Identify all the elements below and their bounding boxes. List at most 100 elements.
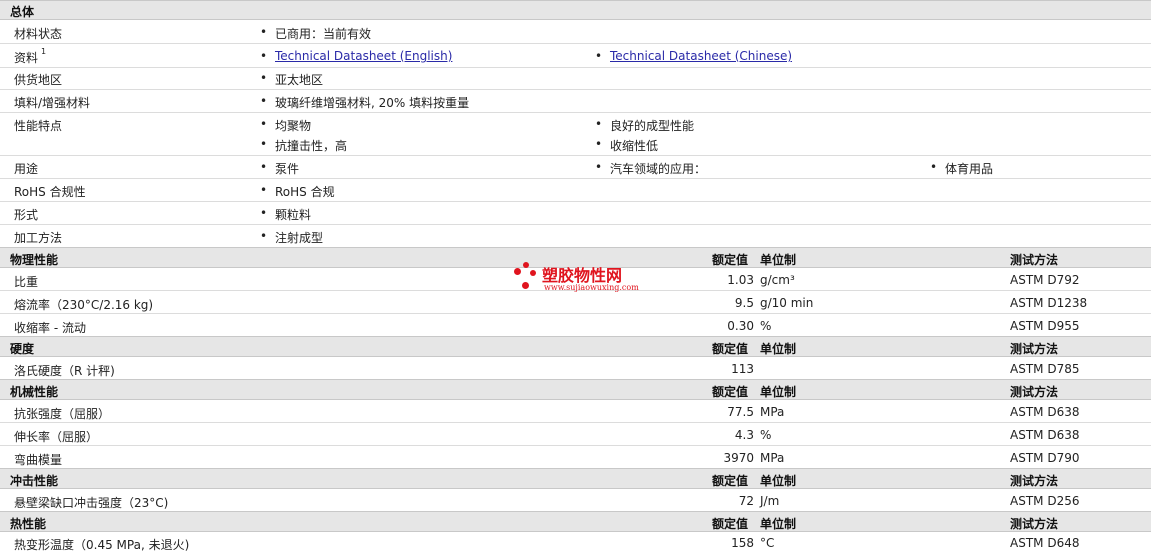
section-general-header: 总体 [0, 0, 1151, 20]
property-unit: g/10 min [760, 296, 814, 310]
property-unit: MPa [760, 405, 785, 419]
row-label: 形式 [14, 208, 39, 222]
property-value: 72 [738, 494, 754, 508]
row-label: RoHS 合规性 [14, 185, 86, 199]
nominal-header: 额定值 [712, 385, 749, 399]
section-title: 热性能 [10, 517, 47, 531]
table-row: 悬壁梁缺口冲击强度（23°C) 72 J/m ASTM D256 [0, 489, 1151, 511]
nominal-header: 额定值 [712, 342, 749, 356]
row-label: 材料状态 [14, 27, 63, 41]
property-label: 熔流率（230°C/2.16 kg) [14, 298, 154, 312]
row-value: 泵件 [260, 160, 299, 177]
logo-dot-icon [530, 270, 536, 276]
property-method: ASTM D955 [1010, 319, 1080, 333]
nominal-header: 额定值 [712, 253, 749, 267]
property-method: ASTM D638 [1010, 405, 1080, 419]
row-value: 收缩性低 [595, 137, 658, 154]
section-hardness-header: 硬度 额定值 单位制 测试方法 [0, 336, 1151, 357]
property-value: 0.30 [727, 319, 754, 333]
row-documents: 资料1 Technical Datasheet (English) Techni… [0, 44, 1151, 68]
row-label: 填料/增强材料 [14, 96, 91, 110]
property-label: 抗张强度（屈服） [14, 407, 111, 421]
property-method: ASTM D256 [1010, 494, 1080, 508]
section-mechanical-header: 机械性能 额定值 单位制 测试方法 [0, 379, 1151, 400]
property-unit: % [760, 319, 772, 333]
watermark-logo: 塑胶物性网 www.sujiaowuxing.com [512, 260, 652, 296]
section-title: 冲击性能 [10, 474, 59, 488]
row-filler: 填料/增强材料 玻璃纤维增强材料, 20% 填料按重量 [0, 90, 1151, 113]
property-label: 收缩率 - 流动 [14, 321, 86, 335]
row-value: 良好的成型性能 [595, 117, 694, 134]
property-unit: MPa [760, 451, 785, 465]
row-features: 性能特点 均聚物 良好的成型性能 抗撞击性，高 收缩性低 [0, 113, 1151, 156]
property-value: 158 [731, 536, 754, 550]
table-row: 洛氏硬度（R 计秤) 113 ASTM D785 [0, 357, 1151, 379]
unit-header: 单位制 [760, 253, 797, 267]
row-processing: 加工方法 注射成型 [0, 225, 1151, 247]
row-value: 已商用：当前有效 [260, 25, 371, 42]
property-label: 伸长率（屈服） [14, 430, 99, 444]
unit-header: 单位制 [760, 385, 797, 399]
section-title: 硬度 [10, 342, 35, 356]
property-unit: % [760, 428, 772, 442]
logo-dot-icon [523, 262, 529, 268]
row-material-status: 材料状态 已商用：当前有效 [0, 21, 1151, 44]
property-unit: °C [760, 536, 775, 550]
row-label: 资料 1 [14, 47, 47, 65]
section-thermal-header: 热性能 额定值 单位制 测试方法 [0, 511, 1151, 532]
property-label: 洛氏硬度（R 计秤) [14, 364, 115, 378]
property-value: 9.5 [734, 296, 754, 310]
row-label: 供货地区 [14, 73, 63, 87]
unit-header: 单位制 [760, 342, 797, 356]
section-impact-header: 冲击性能 额定值 单位制 测试方法 [0, 468, 1151, 489]
row-label: 用途 [14, 162, 39, 176]
row-value: 汽车领域的应用： [595, 160, 706, 177]
property-value: 4.3 [734, 428, 754, 442]
row-form: 形式 颗粒料 [0, 202, 1151, 225]
property-method: ASTM D785 [1010, 362, 1080, 376]
table-row: 热变形温度（0.45 MPa, 未退火) 158 °C ASTM D648 [0, 532, 1151, 553]
property-method: ASTM D648 [1010, 536, 1080, 550]
property-label: 弯曲模量 [14, 453, 63, 467]
nominal-header: 额定值 [712, 474, 749, 488]
row-value: 玻璃纤维增强材料, 20% 填料按重量 [260, 94, 469, 111]
property-label: 热变形温度（0.45 MPa, 未退火) [14, 538, 190, 552]
section-title: 物理性能 [10, 253, 59, 267]
method-header: 测试方法 [1010, 342, 1059, 356]
table-row: 伸长率（屈服） 4.3 % ASTM D638 [0, 423, 1151, 446]
section-title: 机械性能 [10, 385, 59, 399]
row-value: 注射成型 [260, 229, 323, 246]
row-uses: 用途 泵件 汽车领域的应用： 体育用品 [0, 156, 1151, 179]
row-label: 加工方法 [14, 231, 63, 245]
property-method: ASTM D790 [1010, 451, 1080, 465]
unit-header: 单位制 [760, 474, 797, 488]
datasheet-chinese-link[interactable]: Technical Datasheet (Chinese) [595, 49, 792, 63]
property-unit: J/m [760, 494, 780, 508]
row-value: 颗粒料 [260, 206, 311, 223]
row-value: 均聚物 [260, 117, 311, 134]
property-method: ASTM D1238 [1010, 296, 1088, 310]
table-row: 收缩率 - 流动 0.30 % ASTM D955 [0, 314, 1151, 337]
method-header: 测试方法 [1010, 474, 1059, 488]
property-value: 1.03 [727, 273, 754, 287]
property-value: 113 [731, 362, 754, 376]
datasheet-english-link[interactable]: Technical Datasheet (English) [260, 49, 452, 63]
row-value: 亚太地区 [260, 71, 323, 88]
unit-header: 单位制 [760, 517, 797, 531]
property-unit: g/cm³ [760, 273, 795, 287]
row-value: 抗撞击性，高 [260, 137, 347, 154]
row-label: 性能特点 [14, 119, 63, 133]
property-label: 悬壁梁缺口冲击强度（23°C) [14, 496, 169, 510]
section-title: 总体 [10, 5, 35, 19]
property-value: 77.5 [727, 405, 754, 419]
property-method: ASTM D792 [1010, 273, 1080, 287]
logo-dot-icon [522, 282, 529, 289]
property-label: 比重 [14, 275, 39, 289]
row-value: 体育用品 [930, 160, 993, 177]
row-value: RoHS 合规 [260, 183, 335, 200]
property-value: 3970 [723, 451, 754, 465]
method-header: 测试方法 [1010, 517, 1059, 531]
watermark-url: www.sujiaowuxing.com [544, 283, 639, 292]
method-header: 测试方法 [1010, 253, 1059, 267]
row-region: 供货地区 亚太地区 [0, 68, 1151, 90]
